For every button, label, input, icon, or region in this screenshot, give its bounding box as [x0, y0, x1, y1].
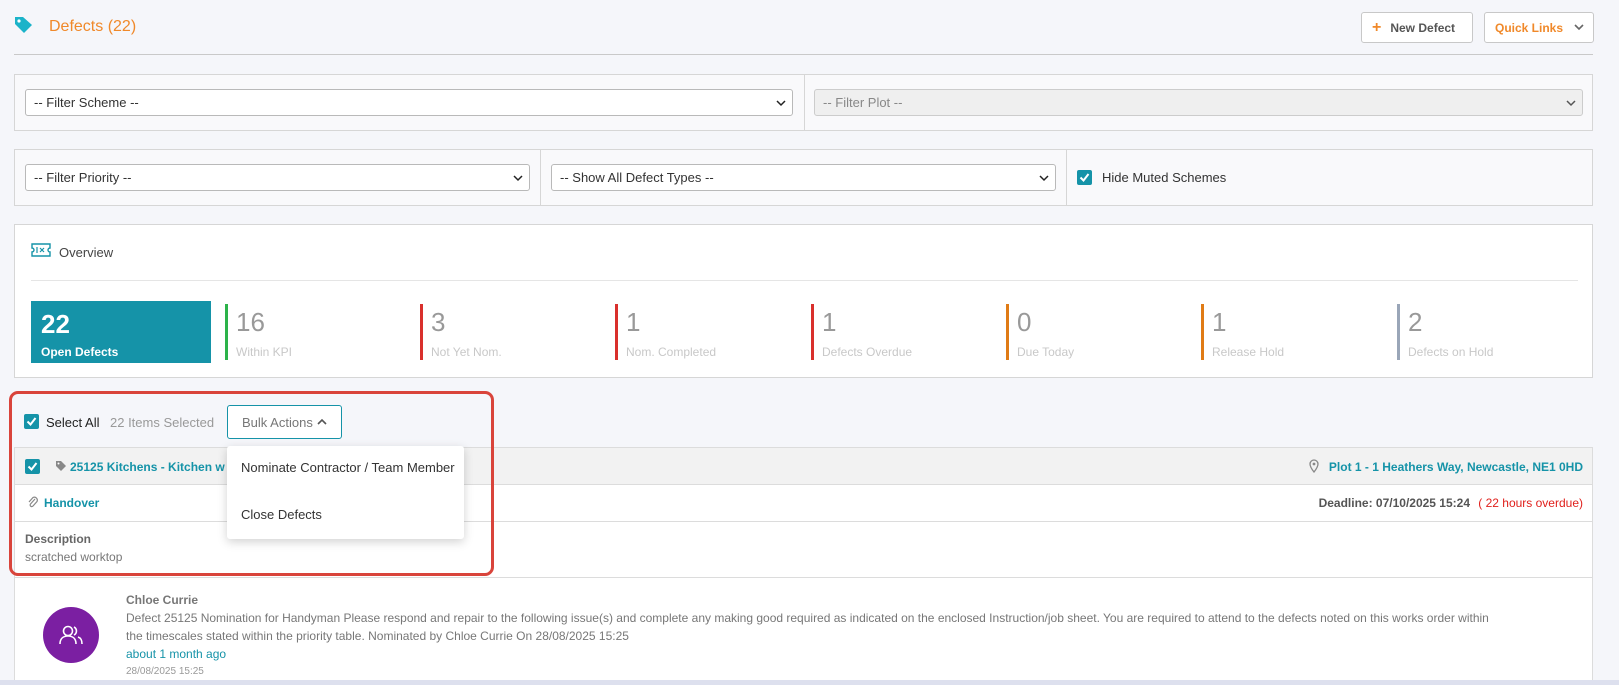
comment-item: Chloe Currie Defect 25125 Nomination for…	[14, 578, 1593, 685]
filter-panel-priority-types: -- Filter Priority -- -- Show All Defect…	[14, 149, 1593, 206]
overview-panel: Overview 22 Open Defects 16 Within KPI 3…	[14, 224, 1593, 378]
stat-value: 3	[431, 307, 446, 337]
users-icon	[59, 625, 83, 645]
stat-label: Defects on Hold	[1408, 345, 1494, 359]
stat-bar	[615, 304, 618, 360]
description-label: Description	[25, 532, 92, 546]
stat-value: 1	[1212, 307, 1227, 337]
defects-page: Defects (22) + New Defect Quick Links --…	[0, 0, 1619, 685]
comment-author: Chloe Currie	[126, 593, 199, 607]
filter-panel-scheme-plot: -- Filter Scheme -- -- Filter Plot --	[14, 74, 1593, 131]
chevron-down-icon	[1039, 175, 1049, 182]
check-icon	[1079, 173, 1090, 183]
page-header: Defects (22) + New Defect Quick Links	[14, 0, 1594, 55]
stat-bar	[1397, 304, 1400, 360]
chevron-up-icon	[317, 418, 327, 425]
hide-muted-checkbox[interactable]	[1077, 170, 1092, 185]
stat-within-kpi[interactable]: 16 Within KPI	[225, 304, 405, 360]
comment-timestamp: 28/08/2025 15:25	[126, 666, 204, 677]
stat-bar	[1201, 304, 1204, 360]
defect-location-link[interactable]: Plot 1 - 1 Heathers Way, Newcastle, NE1 …	[1329, 460, 1583, 474]
stat-label: Defects Overdue	[822, 345, 913, 359]
stat-label: Open Defects	[41, 345, 119, 359]
stat-nom-completed[interactable]: 1 Nom. Completed	[615, 304, 795, 360]
stat-bar	[225, 304, 228, 360]
stat-defects-overdue[interactable]: 1 Defects Overdue	[811, 304, 991, 360]
stat-not-yet-nom[interactable]: 3 Not Yet Nom.	[420, 304, 600, 360]
filter-plot-select[interactable]: -- Filter Plot --	[814, 89, 1583, 116]
stat-value: 1	[626, 307, 641, 337]
check-icon	[26, 417, 37, 427]
tag-icon	[15, 17, 32, 33]
stat-due-today[interactable]: 0 Due Today	[1006, 304, 1186, 360]
stat-release-hold[interactable]: 1 Release Hold	[1201, 304, 1381, 360]
comment-relative-time: about 1 month ago	[126, 647, 227, 661]
chevron-down-icon	[513, 175, 523, 182]
filter-priority-select[interactable]: -- Filter Priority --	[25, 164, 530, 191]
description-text: scratched worktop	[25, 550, 123, 564]
bulk-actions-menu: Nominate Contractor / Team Member Close …	[227, 446, 464, 539]
paperclip-icon	[28, 496, 38, 508]
plus-icon: +	[1372, 18, 1382, 36]
filter-defect-types-select[interactable]: -- Show All Defect Types --	[551, 164, 1056, 191]
defect-title-link[interactable]: 25125 Kitchens - Kitchen w	[70, 460, 225, 474]
stat-label: Within KPI	[236, 345, 293, 359]
bulk-actions-label: Bulk Actions	[242, 414, 313, 430]
bulk-actions-button[interactable]: Bulk Actions	[227, 405, 342, 439]
stat-bar	[1006, 304, 1009, 360]
stat-bar	[420, 304, 423, 360]
divider	[804, 75, 805, 130]
divider	[1066, 150, 1067, 205]
quick-links-button[interactable]: Quick Links	[1484, 12, 1594, 43]
defect-deadline: Deadline: 07/10/2025 15:24	[1318, 496, 1470, 510]
filter-priority-value: -- Filter Priority --	[34, 170, 132, 185]
check-icon	[27, 462, 38, 472]
selected-count: 22 Items Selected	[110, 415, 215, 430]
select-all-checkbox[interactable]	[24, 414, 39, 429]
stat-value: 22	[41, 309, 70, 339]
stat-label: Due Today	[1017, 345, 1075, 359]
comment-text-line2: the timescales stated within the priorit…	[126, 629, 629, 643]
defect-checkbox[interactable]	[25, 459, 40, 474]
stat-value: 0	[1017, 307, 1032, 337]
page-title: Defects (22)	[49, 18, 137, 35]
filter-scheme-select[interactable]: -- Filter Scheme --	[25, 89, 793, 116]
filter-scheme-value: -- Filter Scheme --	[34, 95, 139, 110]
chevron-down-icon	[1574, 24, 1584, 31]
defect-stage-link[interactable]: Handover	[44, 496, 99, 510]
avatar	[43, 607, 99, 663]
stat-value: 2	[1408, 307, 1423, 337]
divider	[31, 280, 1578, 281]
chevron-down-icon	[1566, 100, 1576, 107]
defect-overdue: ( 22 hours overdue)	[1478, 496, 1583, 510]
filter-plot-value: -- Filter Plot --	[823, 95, 903, 110]
select-all-label[interactable]: Select All	[46, 415, 99, 430]
map-pin-icon	[1309, 459, 1319, 473]
stat-label: Release Hold	[1212, 345, 1285, 359]
overview-title: Overview	[59, 245, 114, 260]
stat-value: 16	[236, 307, 265, 337]
tag-icon	[56, 461, 66, 471]
menu-item-nominate[interactable]: Nominate Contractor / Team Member	[241, 460, 455, 475]
chevron-down-icon	[776, 100, 786, 107]
comment-text-line1: Defect 25125 Nomination for Handyman Ple…	[126, 611, 1489, 625]
divider	[540, 150, 541, 205]
ticket-icon	[31, 243, 51, 257]
new-defect-label: New Defect	[1390, 20, 1456, 35]
filter-defect-types-value: -- Show All Defect Types --	[560, 170, 714, 185]
stat-open-defects[interactable]: 22 Open Defects	[31, 301, 211, 363]
new-defect-button[interactable]: + New Defect	[1361, 12, 1473, 43]
hide-muted-label: Hide Muted Schemes	[1102, 170, 1227, 185]
quick-links-label: Quick Links	[1495, 20, 1564, 35]
stat-value: 1	[822, 307, 837, 337]
stat-defects-on-hold[interactable]: 2 Defects on Hold	[1397, 304, 1577, 360]
menu-item-close-defects[interactable]: Close Defects	[241, 507, 322, 522]
stat-label: Not Yet Nom.	[431, 345, 502, 359]
stat-bar	[811, 304, 814, 360]
bottom-strip	[0, 680, 1619, 685]
stat-label: Nom. Completed	[626, 345, 717, 359]
